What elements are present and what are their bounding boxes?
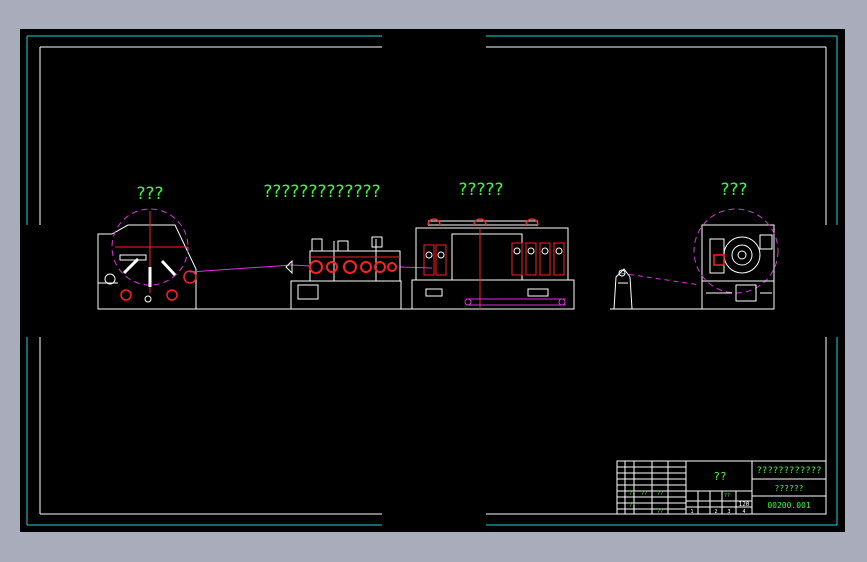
title-block-mark: ?? [724,493,730,499]
title-block-company: ???????????? [756,466,821,476]
uncoiler-machine [97,208,197,310]
title-block-sheet-mark: 1 [690,509,693,515]
title-block-subtitle: ?????? [775,484,804,493]
title-block-sheet-mark: 4 [742,509,745,515]
cad-drawing: ??? ????????????? ????? ??? ?? ?????????… [26,35,838,526]
label-uncoiler: ??? [136,184,163,204]
support-stand [613,268,633,310]
title-block-sheet-mark: 3 [727,509,730,515]
title-block-mark: ?? [657,509,663,515]
title-block-scale: 120 [739,501,750,508]
welding-machine [411,218,575,310]
label-cutoff-section: ??? [720,180,747,200]
label-welding-section: ????? [458,180,503,200]
title-block-name: ?? [713,470,726,483]
title-block-mark: ?? [657,491,663,497]
cutoff-machine [693,208,779,310]
title-block-drawing-number: 00200.001 [767,501,811,510]
title-block-mark: ?? [629,491,635,497]
title-block-sheet-mark: 2 [714,509,717,515]
cad-viewport[interactable]: ??? ????????????? ????? ??? ?? ?????????… [20,29,845,532]
title-block-mark: ?? [629,503,635,509]
forming-machine [285,236,402,310]
label-forming-section: ????????????? [263,182,380,202]
title-block-mark: ?? [641,491,647,497]
